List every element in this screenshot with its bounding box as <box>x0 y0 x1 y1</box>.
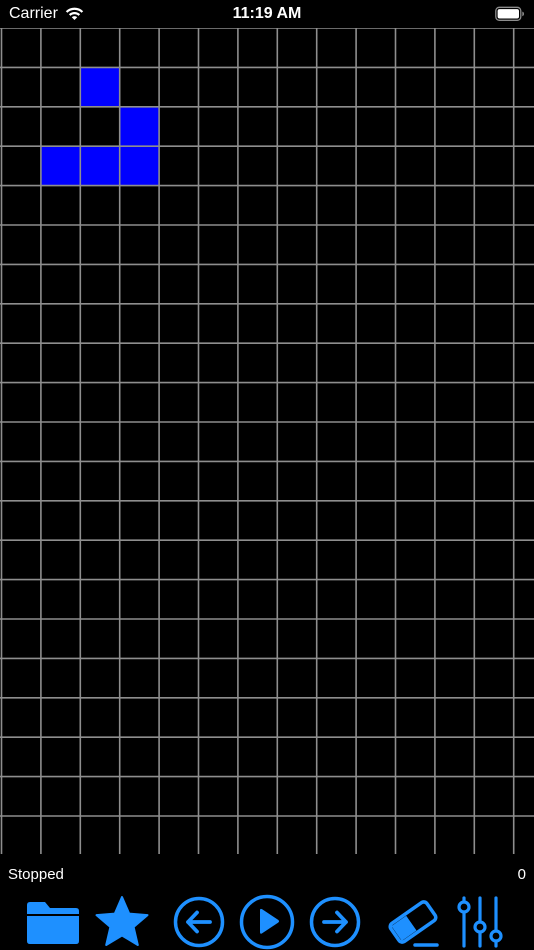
step-back-button[interactable] <box>172 894 226 950</box>
live-cell[interactable] <box>119 106 160 147</box>
live-cell[interactable] <box>80 146 120 186</box>
run-status: Stopped <box>8 866 64 883</box>
star-icon <box>93 895 151 949</box>
sliders-icon <box>454 895 506 949</box>
live-cell[interactable] <box>119 146 160 186</box>
status-bar: Carrier 11:19 AM <box>0 0 534 28</box>
cell-grid[interactable] <box>0 28 534 854</box>
life-board[interactable] <box>0 28 534 854</box>
play-icon <box>239 894 295 950</box>
toolbar <box>0 894 534 950</box>
live-cell[interactable] <box>40 146 81 186</box>
favorites-button[interactable] <box>92 894 152 950</box>
clear-board-button[interactable] <box>384 894 442 950</box>
info-bar: Stopped 0 <box>0 854 534 894</box>
step-back-icon <box>173 896 225 948</box>
generation-count: 0 <box>517 866 526 883</box>
eraser-icon <box>385 896 441 948</box>
step-forward-button[interactable] <box>308 894 362 950</box>
folder-icon <box>24 898 82 946</box>
battery-icon <box>495 6 525 22</box>
clock: 11:19 AM <box>232 5 302 22</box>
live-cell[interactable] <box>80 67 120 107</box>
play-button[interactable] <box>238 894 296 950</box>
settings-button[interactable] <box>452 894 508 950</box>
open-pattern-button[interactable] <box>22 894 84 950</box>
step-forward-icon <box>309 896 361 948</box>
